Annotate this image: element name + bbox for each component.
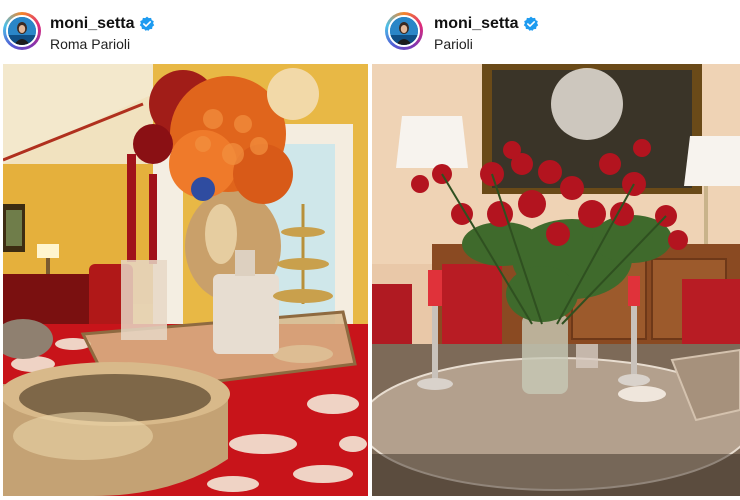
story-ring[interactable] [385, 12, 423, 50]
post-photo[interactable] [372, 64, 740, 496]
post-header: moni_setta Roma Parioli [0, 0, 368, 62]
location-link[interactable]: Parioli [434, 36, 473, 52]
verified-badge-icon [523, 16, 539, 32]
avatar[interactable] [388, 15, 420, 47]
username[interactable]: moni_setta [434, 15, 518, 33]
post-photo[interactable] [3, 64, 368, 496]
username[interactable]: moni_setta [50, 15, 134, 33]
post-right: moni_setta Parioli [372, 0, 740, 500]
post-left: moni_setta Roma Parioli [0, 0, 368, 500]
story-ring[interactable] [3, 12, 41, 50]
verified-badge-icon [139, 16, 155, 32]
post-header: moni_setta Parioli [372, 0, 740, 62]
location-link[interactable]: Roma Parioli [50, 36, 130, 52]
avatar[interactable] [6, 15, 38, 47]
